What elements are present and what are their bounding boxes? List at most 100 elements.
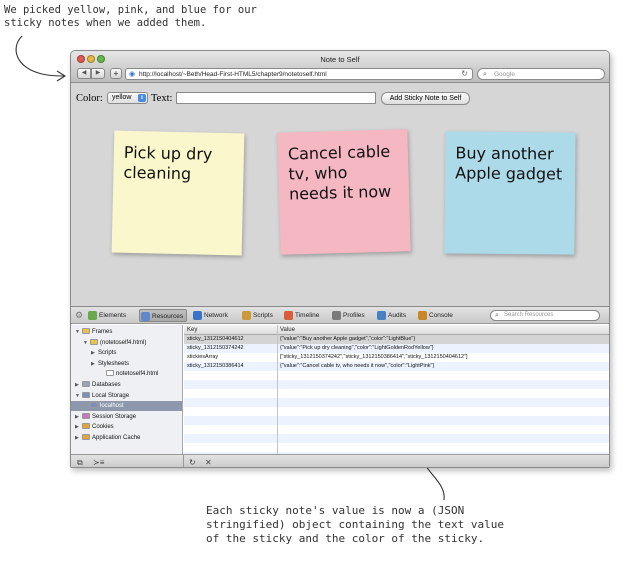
sidebar-item[interactable]: ▶ Session Storage: [75, 412, 136, 422]
page-content: Color: yellow ⇕ Text: Add Sticky Note to…: [71, 84, 609, 306]
sticky-text: Pick up dry cleaning: [123, 142, 213, 184]
url-text: http://localhost/~Beth/Head-First-HTML5/…: [139, 71, 327, 78]
disclosure-triangle-icon[interactable]: ▶: [91, 348, 98, 358]
note-text-input[interactable]: [176, 92, 376, 104]
storage-key-cell: sticky_1312150386414: [187, 363, 244, 369]
sticky-text: Cancel cable tv, who needs it now: [287, 141, 392, 204]
tab-timeline[interactable]: Timeline: [283, 309, 322, 322]
grid-header: Key Value: [184, 325, 609, 335]
tab-label: Timeline: [295, 312, 320, 319]
sidebar-item[interactable]: ▶ Databases: [75, 380, 121, 390]
tab-console[interactable]: Console: [417, 309, 456, 322]
status-bar-divider: [183, 455, 184, 467]
disclosure-triangle-icon[interactable]: ▼: [75, 327, 82, 337]
storage-value-cell: {"value":"Buy another Apple gadget","col…: [280, 336, 416, 342]
color-select-value: yellow: [112, 94, 132, 101]
storage-icon: [82, 391, 90, 398]
tab-label: Profiles: [343, 312, 365, 319]
tab-scripts[interactable]: Scripts: [241, 309, 276, 322]
database-icon: [82, 381, 90, 387]
disclosure-triangle-icon[interactable]: ▼: [75, 391, 82, 401]
inspector-gear-icon[interactable]: ⚙: [75, 310, 83, 320]
disclosure-triangle-icon[interactable]: ▶: [75, 433, 82, 443]
tab-label: Audits: [388, 312, 407, 319]
refresh-icon[interactable]: ↻: [189, 457, 196, 467]
sidebar-item-label: Session Storage: [92, 413, 137, 420]
text-label: Text:: [151, 93, 173, 104]
timeline-icon: [284, 311, 293, 320]
sidebar-item-label: Cookies: [92, 424, 114, 431]
resources-icon: [141, 312, 150, 321]
back-button[interactable]: ◀: [77, 68, 91, 79]
browser-search-input[interactable]: ⌕ Google: [477, 68, 605, 80]
search-icon: ⌕: [495, 312, 499, 319]
browser-search-placeholder: Google: [494, 71, 515, 78]
sidebar-item[interactable]: ▶ Stylesheets: [91, 359, 129, 369]
add-bookmark-button[interactable]: +: [110, 68, 122, 79]
sidebar-item[interactable]: ▶ Application Cache: [75, 433, 140, 443]
tab-label: Console: [429, 312, 453, 319]
storage-value-cell: {"value":"Cancel cable tv, who needs it …: [280, 363, 435, 369]
web-inspector: ⚙ Elements Resources Network Scripts Tim…: [71, 306, 609, 467]
column-header-key[interactable]: Key: [187, 325, 197, 335]
sidebar-item-label: (notetoself4.html): [100, 339, 147, 346]
disclosure-triangle-icon[interactable]: ▶: [91, 359, 98, 369]
add-sticky-button[interactable]: Add Sticky Note to Self: [381, 92, 470, 105]
console-toggle-icon[interactable]: ≻≡: [93, 457, 104, 467]
storage-key-cell: sticky_1312150374242: [187, 345, 244, 351]
tab-label: Scripts: [253, 312, 273, 319]
tab-elements[interactable]: Elements: [87, 309, 129, 322]
disclosure-triangle-icon[interactable]: ▼: [83, 338, 90, 348]
column-header-value[interactable]: Value: [280, 325, 295, 335]
storage-key-cell: sticky_1312150404612: [187, 336, 244, 342]
sticky-note[interactable]: Buy another Apple gadget: [444, 131, 576, 255]
url-bar[interactable]: ◉ http://localhost/~Beth/Head-First-HTML…: [125, 68, 473, 80]
table-row[interactable]: sticky_1312150374242 {"value":"Pick up dr…: [184, 344, 609, 353]
cache-icon: [82, 434, 90, 440]
storage-icon: [82, 412, 90, 419]
table-row[interactable]: sticky_1312150386414 {"value":"Cancel cab…: [184, 362, 609, 371]
reload-icon[interactable]: ↻: [461, 69, 468, 79]
elements-icon: [88, 311, 97, 320]
disclosure-triangle-icon[interactable]: ▶: [75, 380, 82, 390]
tab-profiles[interactable]: Profiles: [331, 309, 368, 322]
tab-network[interactable]: Network: [192, 309, 231, 322]
disclosure-triangle-icon[interactable]: ▶: [75, 412, 82, 422]
disclosure-triangle-icon[interactable]: ▶: [75, 422, 82, 432]
forward-button[interactable]: ▶: [91, 68, 105, 79]
dock-icon[interactable]: ⧉: [77, 457, 83, 467]
storage-grid: Key Value sticky_1312150404612 {"value":"…: [184, 325, 609, 454]
color-select[interactable]: yellow ⇕: [107, 92, 148, 104]
color-label: Color:: [76, 93, 103, 104]
sticky-note[interactable]: Pick up dry cleaning: [111, 130, 245, 256]
profiles-icon: [332, 311, 341, 320]
inspector-status-bar: ⧉ ≻≡ ↻ ✕: [71, 454, 609, 467]
sticky-note[interactable]: Cancel cable tv, who needs it now: [277, 129, 411, 255]
annotation-top: We picked yellow, pink, and blue for our…: [4, 4, 257, 29]
window-title: Note to Self: [320, 55, 360, 64]
sidebar-item[interactable]: ▶ Scripts: [91, 348, 116, 358]
folder-icon: [82, 328, 90, 334]
folder-icon: [90, 338, 98, 345]
sidebar-item-label: Frames: [92, 329, 113, 335]
sidebar-item-label: Application Cache: [92, 435, 141, 441]
sidebar-item[interactable]: ▼ Local Storage: [75, 391, 129, 401]
globe-icon: ◉: [129, 71, 136, 78]
storage-value-cell: ["sticky_1312150374242","sticky_13121503…: [280, 354, 468, 360]
network-icon: [193, 311, 202, 320]
delete-icon[interactable]: ✕: [205, 457, 212, 467]
sidebar-item[interactable]: notetoself4.html: [99, 369, 158, 379]
tab-audits[interactable]: Audits: [376, 309, 409, 322]
resources-search-input[interactable]: ⌕ Search Resources: [490, 310, 600, 321]
sidebar-item[interactable]: localhost: [71, 401, 182, 412]
table-row[interactable]: sticky_1312150404612 {"value":"Buy anothe…: [184, 335, 609, 344]
tab-label: Resources: [152, 313, 184, 320]
sidebar-item[interactable]: ▼ Frames: [75, 327, 112, 337]
titlebar: Note to Self ◀ ▶ + ◉ http://localhost/~B…: [71, 51, 609, 83]
table-row[interactable]: stickiesArray ["sticky_1312150374242","st…: [184, 353, 609, 362]
sidebar-item[interactable]: ▼ (notetoself4.html): [83, 338, 146, 348]
sidebar-item[interactable]: ▶ Cookies: [75, 422, 114, 432]
tab-resources[interactable]: Resources: [139, 309, 188, 322]
sidebar-item-label: Stylesheets: [98, 360, 130, 367]
storage-key-cell: stickiesArray: [187, 354, 219, 360]
